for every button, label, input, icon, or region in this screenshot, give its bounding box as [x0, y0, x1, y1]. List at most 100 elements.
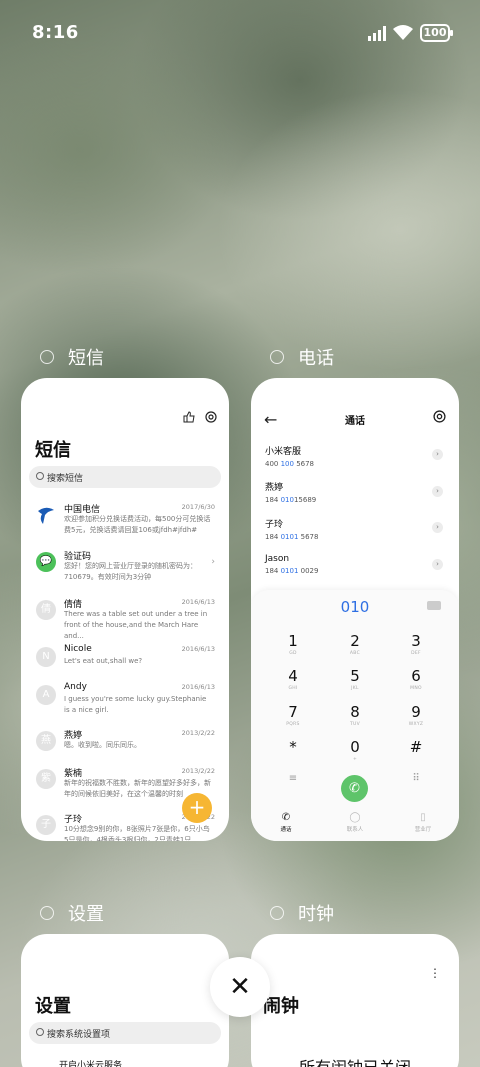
- message-preview: 嗯。收到啦。同乐同乐。: [64, 741, 141, 749]
- settings-search-input[interactable]: 搜索系统设置项: [29, 1022, 221, 1044]
- key-1[interactable]: 1 GD: [263, 632, 323, 656]
- clock-app-header[interactable]: 时钟: [270, 900, 334, 926]
- gear-icon[interactable]: [433, 410, 446, 423]
- keypad-icon[interactable]: ⠿: [386, 773, 446, 784]
- chevron-right-icon[interactable]: ›: [432, 486, 443, 497]
- phone-app-header[interactable]: 电话: [270, 344, 334, 370]
- list-item[interactable]: A Andy 2016/6/13 I guess you're some luc…: [21, 682, 229, 718]
- messages-app-header[interactable]: 短信: [40, 344, 104, 370]
- phone-tabbar: ✆ 通话 ◯ 联系人 ▯ 营业厅: [251, 812, 459, 836]
- key-3[interactable]: 3 DEF: [386, 632, 446, 656]
- message-date: 2017/6/30: [181, 503, 215, 511]
- backspace-icon[interactable]: [427, 601, 441, 610]
- key-star[interactable]: *: [263, 738, 323, 757]
- chevron-right-icon[interactable]: ›: [432, 522, 443, 533]
- chevron-right-icon[interactable]: ›: [432, 449, 443, 460]
- messages-search-input[interactable]: 搜索短信: [29, 466, 221, 488]
- phone-title: 通话: [345, 416, 365, 427]
- tab-calls[interactable]: ✆ 通话: [256, 812, 316, 833]
- key-9[interactable]: 9 WXYZ: [386, 703, 446, 727]
- chevron-right-icon[interactable]: ›: [432, 559, 443, 570]
- phone-card[interactable]: ← 通话 小米客服 400 100 5678 › 燕婷 184 01015689…: [251, 378, 459, 841]
- message-date: 2013/2/22: [181, 729, 215, 737]
- tab-service-hall[interactable]: ▯ 营业厅: [393, 812, 453, 833]
- contact-number: 184 01015689: [265, 496, 317, 504]
- phone-app-name: 电话: [298, 348, 334, 369]
- settings-app-name: 设置: [68, 904, 104, 925]
- list-item[interactable]: N Nicole 2016/6/13 Let's eat out,shall w…: [21, 644, 229, 680]
- avatar: 子: [36, 815, 56, 835]
- list-item[interactable]: 倩 倩倩 2016/6/13 There was a table set out…: [21, 597, 229, 640]
- list-item[interactable]: 💬 验证码 › 您好！您的网上营业厅登录的随机密码为：710679。有效时间为3…: [21, 549, 229, 585]
- key-7[interactable]: 7 PQRS: [263, 703, 323, 727]
- contact-row[interactable]: 子玲 184 0101 5678: [265, 517, 445, 541]
- clock-card[interactable]: ⋮ 闹钟 所有闹钟已关闭: [251, 934, 459, 1067]
- contact-row[interactable]: 小米客服 400 100 5678: [265, 444, 445, 468]
- clock-app-name: 时钟: [298, 904, 334, 925]
- contact-name: 子玲: [265, 520, 284, 530]
- phone-app-icon: [270, 350, 284, 364]
- settings-app-icon: [40, 906, 54, 920]
- avatar: 倩: [36, 600, 56, 620]
- message-preview: 10分想念9别的你，8张照片7张是你，6只小鸟5只是你，4根香头3根归你，2只青…: [64, 825, 210, 841]
- message-preview: 欢迎参加积分兑换话费活动，每500分可兑换话费5元，兑换话费请回复106或jfd…: [64, 515, 211, 534]
- key-hash[interactable]: #: [386, 738, 446, 757]
- contact-row[interactable]: 燕婷 184 01015689: [265, 480, 445, 504]
- close-all-button[interactable]: ✕: [210, 957, 270, 1017]
- settings-card[interactable]: 设置 搜索系统设置项 开启小米云服务: [21, 934, 229, 1067]
- list-item[interactable]: 中国电信 2017/6/30 欢迎参加积分兑换话费活动，每500分可兑换话费5元…: [21, 502, 229, 538]
- message-preview: There was a table set out under a tree i…: [64, 610, 208, 640]
- avatar: 紫: [36, 769, 56, 789]
- status-time: 8:16: [32, 22, 79, 43]
- gear-icon[interactable]: [205, 411, 217, 423]
- list-item[interactable]: 燕 燕婷 2013/2/22 嗯。收到啦。同乐同乐。: [21, 728, 229, 764]
- telecom-logo-icon: [38, 507, 54, 524]
- key-6[interactable]: 6 MNO: [386, 667, 446, 691]
- battery-icon: 100: [420, 24, 453, 42]
- messages-toolbar: [183, 411, 217, 423]
- settings-app-header[interactable]: 设置: [40, 900, 104, 926]
- call-button[interactable]: ✆: [341, 775, 368, 802]
- settings-title: 设置: [35, 996, 71, 1017]
- message-sender: Nicole: [64, 644, 92, 654]
- contact-number: 400 100 5678: [265, 460, 315, 468]
- message-preview: 您好！您的网上营业厅登录的随机密码为：710679。有效时间为3分钟: [64, 562, 197, 581]
- avatar: 燕: [36, 731, 56, 751]
- status-bar: 8:16 100: [0, 0, 480, 66]
- signal-icon: [368, 26, 386, 41]
- settings-item[interactable]: 开启小米云服务: [59, 1058, 122, 1067]
- key-8[interactable]: 8 TUV: [325, 703, 385, 727]
- message-preview: Let's eat out,shall we?: [64, 657, 143, 665]
- dialpad: 010 1 GD 2 ABC 3 DEF 4 GHI 5 JKL 6 MNO 7 PQRS 8…: [251, 590, 459, 841]
- clock-app-icon: [270, 906, 284, 920]
- new-message-button[interactable]: +: [182, 793, 212, 823]
- avatar: N: [36, 647, 56, 667]
- messages-card[interactable]: 短信 搜索短信 中国电信 2017/6/30 欢迎参加积分兑换话费活动，每500…: [21, 378, 229, 841]
- thumbs-up-icon[interactable]: [183, 411, 195, 423]
- wifi-icon: [393, 25, 413, 40]
- message-date: 2016/6/13: [181, 645, 215, 653]
- more-options-icon[interactable]: ⋮: [429, 966, 441, 980]
- phone-icon: ✆: [281, 812, 291, 823]
- key-4[interactable]: 4 GHI: [263, 667, 323, 691]
- avatar: A: [36, 685, 56, 705]
- messages-app-icon: [40, 350, 54, 364]
- message-preview: I guess you're some lucky guy.Stephanie …: [64, 695, 207, 714]
- message-date: 2013/2/22: [181, 767, 215, 775]
- key-0[interactable]: 0 +: [325, 738, 385, 762]
- contact-row[interactable]: Jason 184 0101 0029: [265, 554, 445, 575]
- messages-title: 短信: [35, 440, 71, 461]
- contacts-icon: ◯: [349, 812, 361, 823]
- contact-name: 燕婷: [265, 483, 284, 493]
- contact-name: 小米客服: [265, 447, 302, 457]
- contact-number: 184 0101 5678: [265, 533, 319, 541]
- alarm-empty-text: 所有闹钟已关闭: [251, 1054, 459, 1067]
- menu-icon[interactable]: ≡: [263, 773, 323, 784]
- key-2[interactable]: 2 ABC: [325, 632, 385, 656]
- key-5[interactable]: 5 JKL: [325, 667, 385, 691]
- chat-bubble-icon: 💬: [36, 552, 56, 572]
- messages-app-name: 短信: [68, 348, 104, 369]
- contact-name: Jason: [265, 554, 290, 564]
- message-date: 2016/6/13: [181, 598, 215, 606]
- tab-contacts[interactable]: ◯ 联系人: [325, 812, 385, 833]
